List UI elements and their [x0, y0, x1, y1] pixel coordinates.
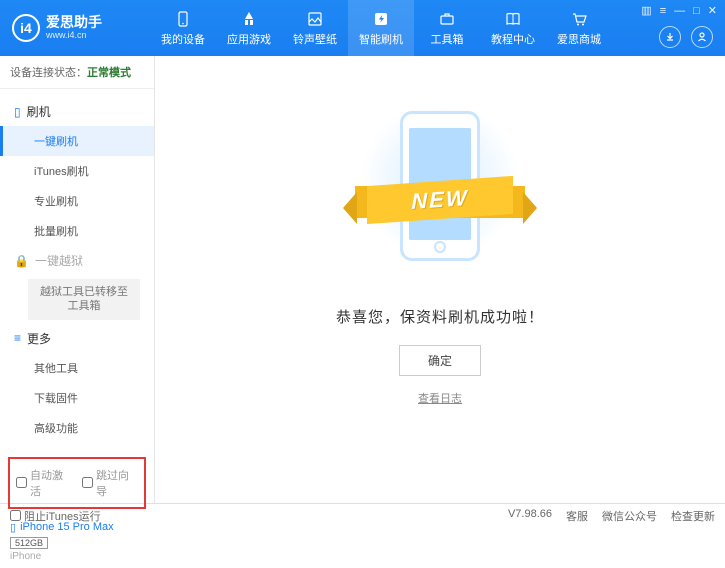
more-icon: ≡	[14, 331, 21, 345]
toolbox-icon	[438, 10, 456, 28]
apps-icon	[240, 10, 258, 28]
sidebar-item-other-tools[interactable]: 其他工具	[0, 353, 154, 383]
user-button[interactable]	[691, 26, 713, 48]
sidebar-head-more[interactable]: ≡更多	[0, 324, 154, 353]
nav-smart-flash[interactable]: 智能刷机	[348, 0, 414, 56]
sidebar-item-download-firmware[interactable]: 下载固件	[0, 383, 154, 413]
minimize-icon[interactable]: —	[674, 5, 685, 17]
footer-link-update[interactable]: 检查更新	[671, 508, 715, 524]
ok-button[interactable]: 确定	[399, 345, 481, 376]
checkbox-auto-activate[interactable]: 自动激活	[16, 467, 72, 499]
nav-apps[interactable]: 应用游戏	[216, 0, 282, 56]
checkbox-skip-guide[interactable]: 跳过向导	[82, 467, 138, 499]
logo-url: www.i4.cn	[46, 31, 102, 41]
sidebar-item-itunes-flash[interactable]: iTunes刷机	[0, 156, 154, 186]
app-header: i4 爱思助手 www.i4.cn 我的设备 应用游戏 铃声壁纸 智能刷机 工具…	[0, 0, 725, 56]
main-panel: NEW 恭喜您，保资料刷机成功啦！ 确定 查看日志	[155, 56, 725, 503]
sidebar-head-flash[interactable]: ▯刷机	[0, 97, 154, 126]
top-nav: 我的设备 应用游戏 铃声壁纸 智能刷机 工具箱 教程中心 爱思商城	[150, 0, 612, 56]
close-icon[interactable]: ✕	[708, 4, 717, 17]
sidebar-jailbreak-note: 越狱工具已转移至工具箱	[28, 279, 140, 320]
cart-icon	[570, 10, 588, 28]
sidebar-item-oneclick-flash[interactable]: 一键刷机	[0, 126, 154, 156]
phone-icon: ▯	[14, 105, 21, 119]
nav-store[interactable]: 爱思商城	[546, 0, 612, 56]
logo-title: 爱思助手	[46, 15, 102, 30]
options-highlight-box: 自动激活 跳过向导	[8, 457, 146, 509]
success-message: 恭喜您，保资料刷机成功啦！	[336, 306, 544, 327]
sidebar-item-advanced[interactable]: 高级功能	[0, 413, 154, 443]
nav-tutorials[interactable]: 教程中心	[480, 0, 546, 56]
device-icon	[174, 10, 192, 28]
wallpaper-icon	[306, 10, 324, 28]
sidebar-item-pro-flash[interactable]: 专业刷机	[0, 186, 154, 216]
checkbox-block-itunes[interactable]: 阻止iTunes运行	[10, 508, 101, 524]
window-controls: ▥ ≡ — □ ✕	[641, 4, 717, 17]
device-storage: 512GB	[10, 537, 48, 549]
view-log-link[interactable]: 查看日志	[418, 390, 462, 406]
footer-link-support[interactable]: 客服	[566, 508, 588, 524]
sidebar-item-batch-flash[interactable]: 批量刷机	[0, 216, 154, 246]
download-button[interactable]	[659, 26, 681, 48]
options-icon[interactable]: ≡	[660, 5, 666, 17]
nav-toolbox[interactable]: 工具箱	[414, 0, 480, 56]
device-type: iPhone	[10, 551, 144, 562]
logo: i4 爱思助手 www.i4.cn	[0, 14, 150, 42]
maximize-icon[interactable]: □	[693, 5, 700, 17]
flash-icon	[372, 10, 390, 28]
sidebar-head-jailbreak: 🔒一键越狱	[0, 246, 154, 275]
nav-ringtones[interactable]: 铃声壁纸	[282, 0, 348, 56]
lock-icon: 🔒	[14, 254, 29, 268]
success-illustration: NEW	[350, 96, 530, 286]
sidebar: 设备连接状态：正常模式 ▯刷机 一键刷机 iTunes刷机 专业刷机 批量刷机 …	[0, 56, 155, 503]
nav-my-device[interactable]: 我的设备	[150, 0, 216, 56]
logo-icon: i4	[12, 14, 40, 42]
version-label: V7.98.66	[508, 508, 552, 524]
book-icon	[504, 10, 522, 28]
menu-icon[interactable]: ▥	[641, 4, 651, 17]
connection-status: 设备连接状态：正常模式	[0, 56, 154, 89]
footer-link-wechat[interactable]: 微信公众号	[602, 508, 657, 524]
